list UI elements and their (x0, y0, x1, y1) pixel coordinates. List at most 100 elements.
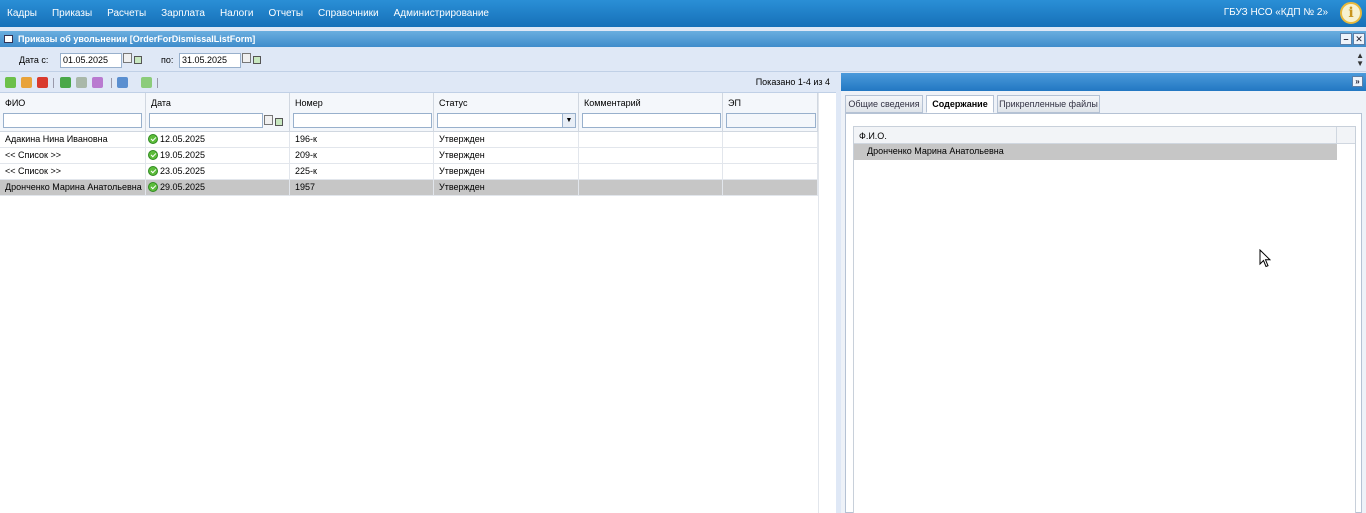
toolbar-separator (111, 78, 112, 88)
column-header-fio[interactable]: Ф.И.О. (859, 131, 887, 141)
cell-number: 225-к (290, 164, 434, 180)
date-filter-input[interactable] (149, 113, 263, 128)
toolbar-separator (157, 78, 158, 88)
cell-ep (723, 132, 818, 148)
top-menu-bar: Кадры Приказы Расчеты Зарплата Налоги От… (0, 0, 1366, 27)
table-row[interactable]: << Список >> 19.05.2025 209-к Утвержден (0, 148, 818, 164)
date-to-calendar-icon[interactable] (242, 53, 251, 63)
date-value: 29.05.2025 (160, 182, 206, 192)
approve-icon[interactable] (60, 77, 71, 88)
menu-item-nalogi[interactable]: Налоги (220, 8, 254, 19)
order-detail-panel: » Общие сведения Содержание Прикрепленны… (841, 73, 1366, 513)
window-scroll-arrows[interactable]: ▲ ▼ (1356, 52, 1364, 68)
date-value: 23.05.2025 (160, 166, 206, 176)
date-from-calendar-icon[interactable] (123, 53, 132, 63)
cell-status: Утвержден (434, 148, 579, 164)
column-label: ФИО (5, 98, 26, 108)
cell-number: 196-к (290, 132, 434, 148)
cell-comment (579, 164, 723, 180)
cell-date: 29.05.2025 (146, 180, 290, 196)
column-header-fio[interactable]: ФИО (0, 93, 146, 132)
print-dropdown-icon[interactable] (117, 77, 128, 88)
cell-date: 23.05.2025 (146, 164, 290, 180)
cell-ep (723, 148, 818, 164)
menu-item-kadry[interactable]: Кадры (7, 8, 37, 19)
minimize-button[interactable]: – (1340, 33, 1352, 45)
comment-filter-input[interactable] (582, 113, 721, 128)
column-divider (1336, 127, 1337, 144)
records-shown-count: Показано 1-4 из 4 (755, 77, 830, 87)
date-filter-clear-icon[interactable] (275, 118, 283, 126)
tab-content[interactable]: Содержание (926, 95, 994, 113)
window-title: Приказы об увольнении [OrderForDismissal… (18, 34, 256, 44)
column-header-status[interactable]: Статус ▼ (434, 93, 579, 132)
orders-list-panel: Показано 1-4 из 4 ФИО Дата Номер Статус … (0, 73, 836, 513)
cell-date: 12.05.2025 (146, 132, 290, 148)
cell-fio: Адакина Нина Ивановна (0, 132, 146, 148)
grid-vertical-scrollbar[interactable] (818, 93, 836, 513)
column-header-number[interactable]: Номер (290, 93, 434, 132)
add-icon[interactable] (5, 77, 16, 88)
date-value: 12.05.2025 (160, 134, 206, 144)
delete-icon[interactable] (37, 77, 48, 88)
detail-panel-header: » (841, 73, 1366, 91)
signature-dropdown-icon[interactable] (92, 77, 103, 88)
info-icon[interactable]: i (1340, 2, 1362, 24)
table-row[interactable]: << Список >> 23.05.2025 225-к Утвержден (0, 164, 818, 180)
table-row-selected[interactable]: Дронченко Марина Анатольевна 29.05.2025 … (0, 180, 818, 196)
list-toolbar: Показано 1-4 из 4 (0, 73, 836, 93)
number-filter-input[interactable] (293, 113, 432, 128)
fio-filter-input[interactable] (3, 113, 142, 128)
table-row[interactable]: Адакина Нина Ивановна 12.05.2025 196-к У… (0, 132, 818, 148)
menu-item-administrirovanie[interactable]: Администрирование (394, 8, 489, 19)
grid-body: Адакина Нина Ивановна 12.05.2025 196-к У… (0, 132, 818, 196)
column-label: Комментарий (584, 98, 641, 108)
window-list-icon (4, 35, 13, 43)
menu-item-raschety[interactable]: Расчеты (107, 8, 146, 19)
ep-filter-input[interactable] (726, 113, 816, 128)
close-button[interactable]: ✕ (1353, 33, 1365, 45)
date-from-label: Дата с: (19, 55, 49, 65)
date-from-clear-icon[interactable] (134, 56, 142, 64)
tab-general[interactable]: Общие сведения (845, 95, 923, 113)
cell-status: Утвержден (434, 180, 579, 196)
cell-status: Утвержден (434, 164, 579, 180)
menu-item-zarplata[interactable]: Зарплата (161, 8, 205, 19)
cell-ep (723, 180, 818, 196)
date-filter-calendar-icon[interactable] (264, 115, 273, 125)
cell-comment (579, 132, 723, 148)
column-header-date[interactable]: Дата (146, 93, 290, 132)
mouse-cursor-icon (1259, 249, 1271, 268)
approved-check-icon (148, 134, 158, 144)
date-from-input[interactable]: 01.05.2025 (60, 53, 122, 68)
list-item[interactable]: Дронченко Марина Анатольевна (854, 144, 1337, 160)
tab-content-body: Ф.И.О. Дронченко Марина Анатольевна (845, 113, 1362, 513)
date-to-input[interactable]: 31.05.2025 (179, 53, 241, 68)
column-label: Статус (439, 98, 468, 108)
approved-check-icon (148, 182, 158, 192)
column-header-comment[interactable]: Комментарий (579, 93, 723, 132)
date-to-clear-icon[interactable] (253, 56, 261, 64)
cell-ep (723, 164, 818, 180)
content-grid-header: Ф.И.О. (854, 127, 1355, 144)
toolbar-separator (53, 78, 54, 88)
date-filter-bar: Дата с: 01.05.2025 по: 31.05.2025 (0, 48, 1366, 72)
menu-item-spravochniki[interactable]: Справочники (318, 8, 379, 19)
status-filter-select[interactable] (437, 113, 576, 128)
column-label: ЭП (728, 98, 741, 108)
cell-fio: << Список >> (0, 148, 146, 164)
refresh-icon[interactable] (141, 77, 152, 88)
tab-attached-files[interactable]: Прикрепленные файлы (997, 95, 1100, 113)
unapprove-icon[interactable] (76, 77, 87, 88)
approved-check-icon (148, 166, 158, 176)
date-to-label: по: (161, 55, 174, 65)
date-value: 19.05.2025 (160, 150, 206, 160)
content-grid: Ф.И.О. Дронченко Марина Анатольевна (853, 126, 1356, 513)
collapse-panel-button[interactable]: » (1352, 76, 1363, 87)
menu-item-prikazy[interactable]: Приказы (52, 8, 92, 19)
cell-comment (579, 180, 723, 196)
column-header-ep[interactable]: ЭП (723, 93, 818, 132)
edit-icon[interactable] (21, 77, 32, 88)
menu-item-otchety[interactable]: Отчеты (268, 8, 303, 19)
chevron-down-icon[interactable]: ▼ (562, 114, 575, 127)
